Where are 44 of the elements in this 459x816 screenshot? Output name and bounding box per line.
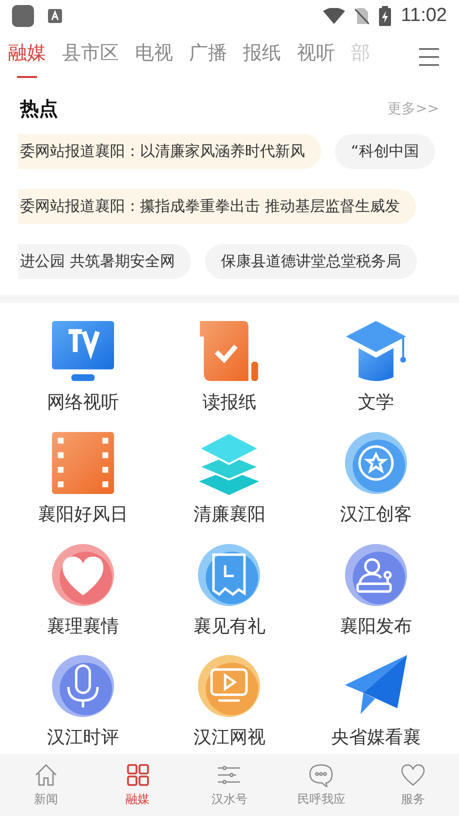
star-badge-icon[interactable]	[344, 430, 408, 495]
nav-tab[interactable]: 融媒	[92, 754, 184, 816]
feature-label[interactable]: 读报纸	[202, 390, 256, 414]
channel-tab[interactable]: 县市区	[62, 40, 119, 78]
feature-label[interactable]: 汉江时评	[47, 725, 120, 750]
app-icon	[12, 5, 34, 27]
feature-label[interactable]: 襄阳发布	[340, 614, 412, 638]
clock: 11:02	[400, 5, 447, 27]
feature-label[interactable]: 清廉襄阳	[193, 502, 266, 526]
section-title: 热点	[20, 97, 58, 122]
channel-tab[interactable]: 视听	[297, 40, 335, 78]
tv-icon[interactable]	[51, 319, 116, 383]
feature-label[interactable]: 汉江网视	[193, 725, 266, 750]
grid-icon	[126, 762, 150, 786]
microphone-icon[interactable]	[51, 654, 116, 718]
battery-icon	[378, 6, 391, 26]
feature-label[interactable]: 央省媒看襄	[330, 725, 421, 750]
speaker-icon[interactable]	[344, 542, 408, 606]
feature-label[interactable]: 文学	[358, 390, 394, 414]
feature-label[interactable]: 襄阳好风日	[38, 502, 128, 526]
headline-chip[interactable]: “科创中国	[335, 134, 435, 169]
wifi-icon	[322, 8, 345, 24]
channel-tab[interactable]: 融媒	[8, 40, 46, 78]
chat-bubble-icon	[309, 762, 334, 786]
channel-tab[interactable]: 电视	[135, 40, 173, 78]
channel-tab[interactable]: 报纸	[243, 40, 281, 78]
heart-icon	[401, 762, 426, 786]
feature-label[interactable]: 襄见有礼	[193, 614, 266, 638]
feature-label[interactable]: 汉江创客	[340, 502, 412, 526]
graduation-cap-icon[interactable]	[344, 319, 408, 383]
no-sim-icon	[354, 7, 369, 25]
headline-chip[interactable]: 进公园 共筑暑期安全网	[18, 244, 191, 279]
receipt-icon[interactable]	[197, 542, 262, 606]
headline-chip[interactable]: 委网站报道襄阳：攥指成拳重拳出击 推动基层监督生威发	[18, 189, 416, 224]
headline-chip[interactable]: 保康县道德讲堂总堂税务局	[204, 244, 417, 279]
home-icon	[34, 762, 58, 786]
keyboard-icon	[48, 9, 62, 23]
video-icon[interactable]	[197, 654, 262, 718]
feature-label[interactable]: 网络视听	[47, 390, 120, 414]
channel-tab[interactable]: 广播	[189, 40, 227, 78]
feature-label[interactable]: 襄理襄情	[47, 614, 120, 638]
headline-chip[interactable]: 委网站报道襄阳：以清廉家风涵养时代新风	[18, 134, 321, 169]
film-strip-icon[interactable]	[51, 430, 116, 495]
menu-icon[interactable]	[419, 48, 439, 66]
